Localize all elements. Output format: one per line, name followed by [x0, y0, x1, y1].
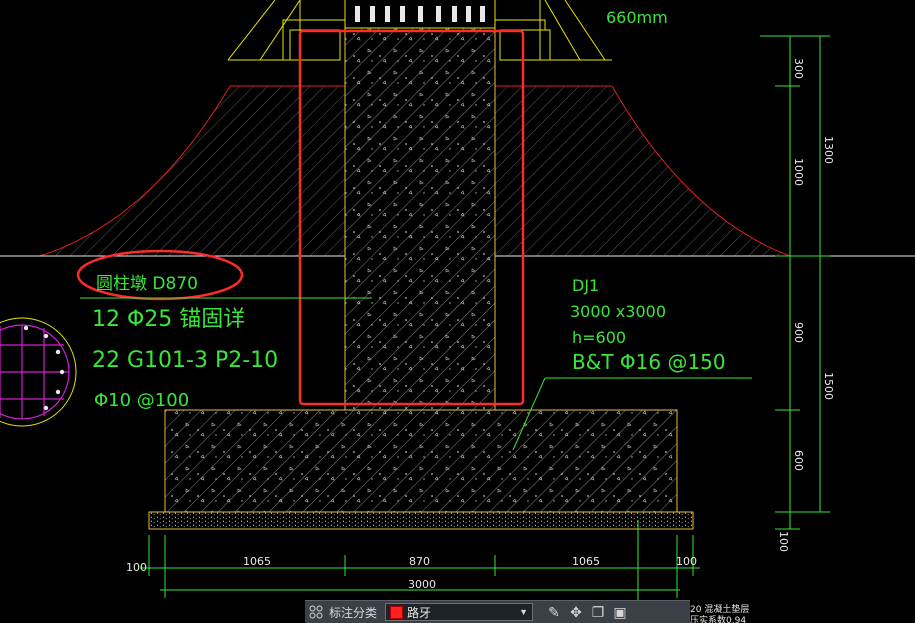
pier-column [344, 27, 496, 411]
color-swatch [390, 605, 404, 619]
footing-rebar-label: B&T Φ16 @150 [572, 350, 726, 374]
note-blinding: 20 混凝土垫层 [690, 603, 749, 615]
footing [164, 409, 678, 513]
note-compaction: 压实系数0.94 [690, 614, 746, 623]
dim-900: 900 [792, 322, 805, 343]
dim-3000: 3000 [408, 578, 436, 591]
blinding-layer [148, 511, 694, 530]
grid-icon-svg [309, 605, 323, 619]
rebar-stirrup-label: Φ10 @100 [94, 390, 189, 411]
copy-icon[interactable]: ❐ [587, 601, 609, 623]
category-select[interactable]: 路牙 ▼ [385, 603, 534, 621]
dim-300: 300 [792, 58, 805, 79]
dim-600: 600 [792, 450, 805, 471]
move-icon[interactable]: ✥ [565, 601, 587, 623]
dim-870: 870 [409, 555, 430, 568]
dim-100-left: 100 [126, 561, 147, 574]
rebar-ref-label: 22 G101-3 P2-10 [92, 348, 278, 373]
dim-100-right: 100 [777, 531, 790, 552]
category-label: 标注分类 [329, 605, 378, 620]
paste-icon[interactable]: ▣ [609, 601, 631, 623]
annotation-toolbar: 标注分类 路牙 ▼ ✎ ✥ ❐ ▣ [305, 600, 690, 623]
dim-1065-right: 1065 [572, 555, 600, 568]
dim-1000: 1000 [792, 158, 805, 186]
column-section-detail [0, 317, 77, 427]
rebar-main-label: 12 Φ25 锚固详 [92, 307, 245, 332]
edit-icon[interactable]: ✎ [543, 601, 565, 623]
pier-label: 圆柱墩 D870 [96, 274, 198, 294]
grid-icon[interactable] [305, 601, 327, 623]
footing-id-label: DJ1 [572, 276, 599, 295]
dim-1300: 1300 [822, 136, 835, 164]
top-dimension-label: 660mm [606, 8, 668, 27]
chevron-down-icon: ▼ [519, 607, 529, 617]
footing-height-label: h=600 [572, 328, 626, 347]
cad-drawing: 圆柱墩 D870 12 Φ25 锚固详 22 G101-3 P2-10 Φ10 … [0, 0, 915, 623]
category-select-value: 路牙 [407, 605, 432, 620]
dim-100-bottom-right: 100 [676, 555, 697, 568]
top-anchor-bolts [355, 6, 485, 22]
footing-size-label: 3000 x3000 [570, 302, 666, 321]
dim-1065-left: 1065 [243, 555, 271, 568]
dim-1500: 1500 [822, 372, 835, 400]
